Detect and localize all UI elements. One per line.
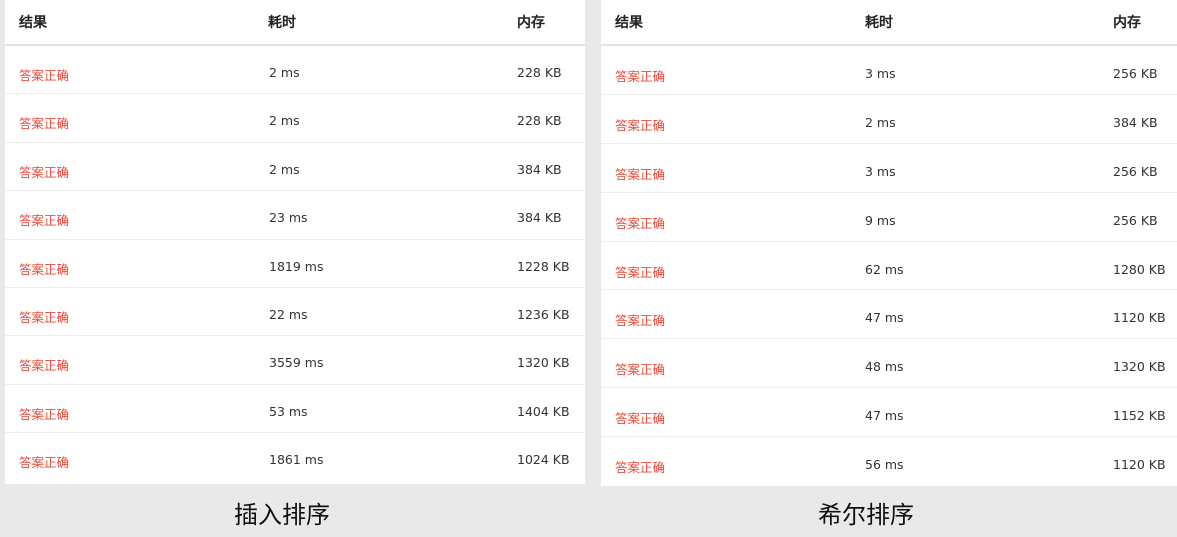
result-cell: 答案正确 [19, 406, 70, 422]
table-row: 答案正确 47 ms 1120 KB [601, 290, 1177, 340]
table-header: 结果 耗时 内存 [601, 0, 1177, 46]
time-cell: 62 ms [865, 261, 904, 277]
table-row: 答案正确 48 ms 1320 KB [601, 339, 1177, 389]
time-cell: 2 ms [269, 65, 300, 80]
time-cell: 47 ms [865, 408, 904, 424]
insertion-sort-results-table: 结果 耗时 内存 答案正确 2 ms 228 KB 答案正确 2 ms 228 KB 答案正… [5, 0, 585, 484]
table-row: 答案正确 56 ms 1120 KB [601, 437, 1177, 486]
result-cell: 答案正确 [19, 213, 70, 229]
memory-cell: 384 KB [517, 210, 562, 226]
result-cell: 答案正确 [19, 68, 70, 83]
memory-cell: 1320 KB [517, 355, 570, 371]
shell-sort-results-table: 结果 耗时 内存 答案正确 3 ms 256 KB 答案正确 2 ms 384 KB 答案正… [601, 0, 1177, 486]
time-cell: 3 ms [865, 66, 896, 81]
time-cell: 23 ms [269, 210, 308, 226]
time-cell: 2 ms [269, 161, 300, 177]
table-row: 答案正确 2 ms 228 KB [5, 46, 585, 95]
insertion-sort-caption: 插入排序 [234, 501, 330, 529]
table-row: 答案正确 1819 ms 1228 KB [5, 240, 585, 288]
result-cell: 答案正确 [19, 455, 70, 471]
memory-cell: 256 KB [1113, 163, 1158, 179]
time-cell: 22 ms [269, 306, 308, 322]
memory-cell: 256 KB [1113, 212, 1158, 228]
memory-cell: 1120 KB [1113, 457, 1166, 473]
time-cell: 56 ms [865, 457, 904, 473]
table-row: 答案正确 47 ms 1152 KB [601, 388, 1177, 438]
header-result: 结果 [19, 15, 47, 31]
table-row: 答案正确 2 ms 228 KB [5, 94, 585, 143]
time-cell: 53 ms [269, 403, 308, 419]
table-row: 答案正确 62 ms 1280 KB [601, 242, 1177, 291]
shell-sort-caption: 希尔排序 [818, 501, 914, 529]
result-cell: 答案正确 [19, 261, 70, 277]
time-cell: 9 ms [865, 212, 896, 228]
time-cell: 1819 ms [269, 258, 324, 274]
memory-cell: 384 KB [1113, 114, 1158, 130]
result-cell: 答案正确 [615, 166, 666, 182]
time-cell: 3 ms [865, 163, 896, 179]
memory-cell: 1120 KB [1113, 310, 1166, 326]
memory-cell: 1320 KB [1113, 359, 1166, 375]
memory-cell: 256 KB [1113, 66, 1158, 81]
time-cell: 2 ms [269, 113, 300, 129]
memory-cell: 1228 KB [517, 258, 570, 274]
result-cell: 答案正确 [19, 358, 70, 374]
time-cell: 1861 ms [269, 452, 324, 468]
header-memory: 内存 [517, 15, 545, 31]
table-row: 答案正确 1861 ms 1024 KB [5, 433, 585, 481]
header-result: 结果 [615, 15, 643, 31]
result-cell: 答案正确 [615, 69, 666, 84]
result-cell: 答案正确 [615, 411, 666, 427]
result-cell: 答案正确 [615, 215, 666, 231]
time-cell: 47 ms [865, 310, 904, 326]
time-cell: 2 ms [865, 114, 896, 130]
memory-cell: 228 KB [517, 65, 562, 80]
result-cell: 答案正确 [19, 309, 70, 325]
table-row: 答案正确 2 ms 384 KB [5, 143, 585, 192]
result-cell: 答案正确 [615, 362, 666, 378]
result-cell: 答案正确 [19, 164, 70, 180]
table-row: 答案正确 53 ms 1404 KB [5, 385, 585, 434]
header-memory: 内存 [1113, 15, 1141, 31]
result-cell: 答案正确 [615, 460, 666, 476]
table-row: 答案正确 23 ms 384 KB [5, 191, 585, 240]
table-header: 结果 耗时 内存 [5, 0, 585, 46]
memory-cell: 228 KB [517, 113, 562, 129]
result-cell: 答案正确 [615, 264, 666, 280]
table-row: 答案正确 3559 ms 1320 KB [5, 336, 585, 385]
time-cell: 48 ms [865, 359, 904, 375]
memory-cell: 384 KB [517, 161, 562, 177]
memory-cell: 1280 KB [1113, 261, 1166, 277]
memory-cell: 1024 KB [517, 452, 570, 468]
memory-cell: 1236 KB [517, 306, 570, 322]
result-cell: 答案正确 [615, 117, 666, 133]
time-cell: 3559 ms [269, 355, 324, 371]
table-row: 答案正确 22 ms 1236 KB [5, 288, 585, 337]
table-row: 答案正确 9 ms 256 KB [601, 193, 1177, 242]
header-time: 耗时 [865, 15, 893, 31]
table-row: 答案正确 2 ms 384 KB [601, 95, 1177, 144]
table-row: 答案正确 3 ms 256 KB [601, 144, 1177, 193]
header-time: 耗时 [268, 15, 296, 31]
memory-cell: 1152 KB [1113, 408, 1166, 424]
table-row: 答案正确 3 ms 256 KB [601, 46, 1177, 95]
memory-cell: 1404 KB [517, 403, 570, 419]
result-cell: 答案正确 [19, 116, 70, 132]
result-cell: 答案正确 [615, 313, 666, 329]
